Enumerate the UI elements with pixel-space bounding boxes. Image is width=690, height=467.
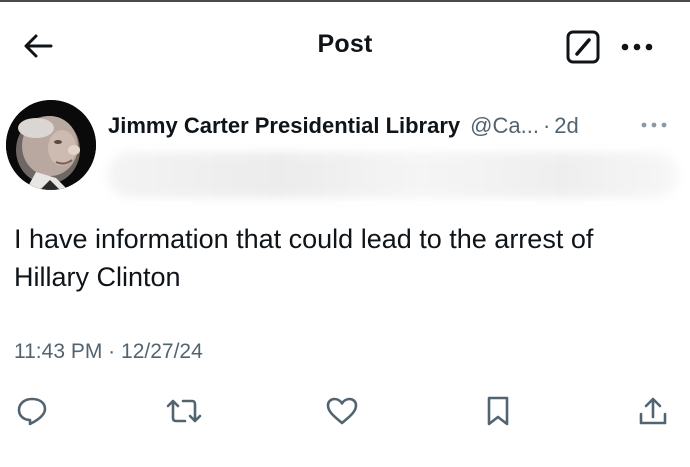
more-options-button[interactable] xyxy=(617,32,657,62)
relative-time[interactable]: 2d xyxy=(554,113,578,139)
like-button[interactable] xyxy=(322,392,362,430)
more-dots-icon xyxy=(621,43,653,51)
author-handle[interactable]: @Ca... xyxy=(470,113,539,139)
repost-icon xyxy=(165,396,203,426)
avatar-photo xyxy=(6,100,96,190)
repost-button[interactable] xyxy=(164,392,204,430)
post-header: Post xyxy=(0,2,690,88)
separator-dot: · xyxy=(108,340,116,363)
share-button[interactable] xyxy=(633,392,673,430)
author-display-name[interactable]: Jimmy Carter Presidential Library xyxy=(108,113,460,139)
post-time: 11:43 PM xyxy=(14,340,103,363)
bookmark-button[interactable] xyxy=(478,392,518,430)
heart-icon xyxy=(325,396,359,426)
separator-dot: · xyxy=(542,113,551,138)
post-text: I have information that could lead to th… xyxy=(14,224,594,292)
avatar[interactable] xyxy=(6,100,96,190)
post-date: 12/27/24 xyxy=(121,340,203,363)
blurred-redaction xyxy=(108,152,678,198)
post-timestamp: 11:43 PM · 12/27/24 xyxy=(14,340,203,364)
post-more-button[interactable] xyxy=(636,113,672,137)
action-bar xyxy=(0,388,690,432)
author-row: Jimmy Carter Presidential Library @Ca...… xyxy=(108,111,678,141)
edit-post-button[interactable] xyxy=(565,29,601,65)
reply-button[interactable] xyxy=(12,392,52,430)
more-dots-icon xyxy=(641,122,667,128)
bookmark-icon xyxy=(485,395,511,427)
reply-icon xyxy=(16,396,48,426)
compose-icon xyxy=(566,30,600,64)
share-icon xyxy=(638,395,668,427)
